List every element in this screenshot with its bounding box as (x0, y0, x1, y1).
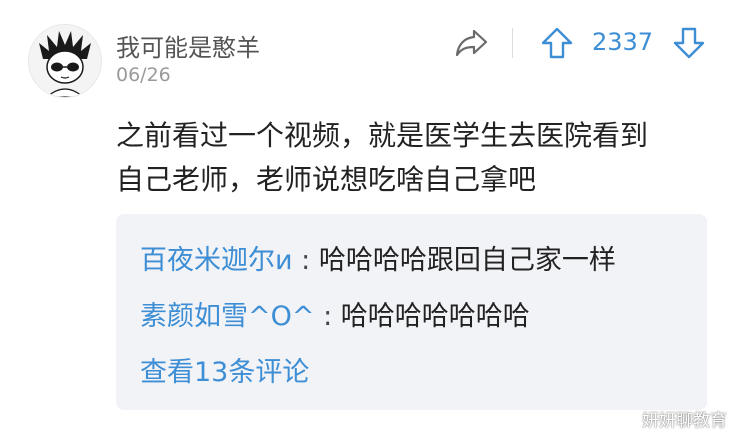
action-divider (512, 28, 513, 58)
reply-username[interactable]: 素颜如雪^O^ (140, 301, 315, 332)
reply-text: 哈哈哈哈跟回自己家一样 (318, 245, 616, 276)
reply-separator: : (292, 245, 319, 276)
vote-count: 2337 (592, 28, 654, 56)
comment-body-line: 之前看过一个视频，就是医学生去医院看到 (116, 119, 649, 152)
reply-text: 哈哈哈哈哈哈哈 (340, 301, 530, 332)
comment-username[interactable]: 我可能是憨羊 (116, 28, 260, 63)
upvote-arrow-icon[interactable] (540, 26, 574, 60)
reply-item: 素颜如雪^O^ : 哈哈哈哈哈哈哈 (140, 294, 530, 333)
reply-username[interactable]: 百夜米迦尔и (140, 245, 293, 276)
comment-date: 06/26 (116, 64, 171, 86)
avatar[interactable] (28, 24, 102, 98)
comment-body: 之前看过一个视频，就是医学生去医院看到 自己老师，老师说想吃啥自己拿吧 (116, 114, 716, 202)
replies-box: 百夜米迦尔и : 哈哈哈哈跟回自己家一样 素颜如雪^O^ : 哈哈哈哈哈哈哈 查… (116, 214, 707, 410)
comment-card: 我可能是憨羊 06/26 2337 之前看过一个视频，就是医学生去医院看到 自己… (0, 0, 737, 437)
avatar-illustration (39, 31, 91, 97)
watermark: 妍妍聊教育 (642, 411, 727, 431)
share-arrow-icon[interactable] (454, 27, 490, 59)
comment-body-line: 自己老师，老师说想吃啥自己拿吧 (116, 163, 537, 196)
view-more-comments-link[interactable]: 查看13条评论 (140, 350, 309, 389)
reply-item: 百夜米迦尔и : 哈哈哈哈跟回自己家一样 (140, 238, 616, 277)
reply-separator: : (314, 301, 341, 332)
downvote-arrow-icon[interactable] (672, 26, 706, 60)
